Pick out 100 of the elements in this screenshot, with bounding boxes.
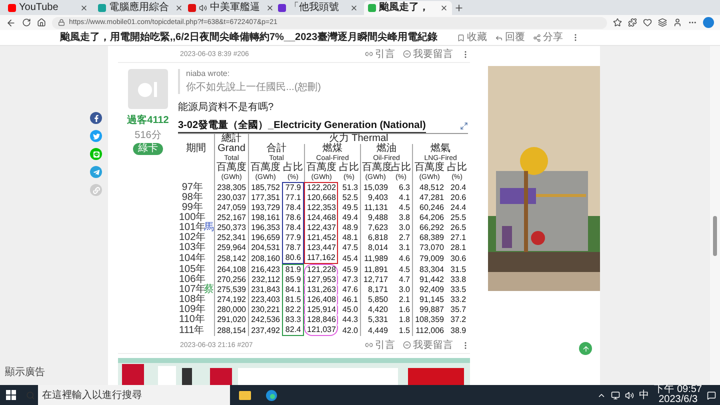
table-cell: 124,468 <box>304 213 338 223</box>
volume-icon[interactable] <box>625 390 634 400</box>
table-cell-text: 98年 <box>180 193 204 203</box>
table-cell-text: 1.6 <box>398 305 411 315</box>
collections-icon[interactable] <box>658 18 667 27</box>
table-cell-text: 25.5 <box>450 213 468 223</box>
table-cell-text: 33.2 <box>450 295 468 305</box>
table-cell-text: 4.5 <box>398 203 411 213</box>
table-cell: 185,752 <box>248 182 282 193</box>
puzzle-icon[interactable] <box>628 18 637 27</box>
notification-icon[interactable] <box>707 390 716 400</box>
new-tab-icon[interactable] <box>454 2 464 12</box>
table-cell: 78.4 <box>282 203 304 213</box>
table-cell-text: 35.7 <box>450 305 468 315</box>
quote-author: niaba wrote: <box>186 69 231 78</box>
comment-link[interactable]: 我要留言 <box>403 48 453 60</box>
back-icon[interactable] <box>6 18 16 28</box>
table-cell: 131,263 <box>304 285 338 295</box>
quote-icon <box>365 341 373 349</box>
comment-link[interactable]: 我要留言 <box>403 340 453 350</box>
column-header: 火力 Thermal <box>248 134 468 144</box>
table-cell: 78.4 <box>282 223 304 233</box>
table-cell: 123,447 <box>304 243 338 253</box>
table-cell-text: 44.3 <box>341 315 359 325</box>
close-icon[interactable] <box>266 4 274 12</box>
table-cell: 120,668 <box>304 193 338 203</box>
table-cell-text: 47.3 <box>341 275 359 285</box>
profile-icon[interactable] <box>673 18 682 27</box>
table-cell-text: 97年 <box>180 182 204 192</box>
quote-link[interactable]: 引言 <box>365 340 395 350</box>
clock[interactable]: 下午 09:57 2023/6/3 <box>654 385 702 405</box>
table-cell: 83.3 <box>282 315 304 325</box>
facebook-share-button[interactable] <box>90 112 102 124</box>
telegram-share-button[interactable] <box>90 166 102 178</box>
scroll-top-button[interactable] <box>579 342 592 355</box>
table-cell-text: 51.3 <box>341 182 359 193</box>
link-icon <box>92 186 100 194</box>
table-cell-text: 28.1 <box>450 243 468 253</box>
network-icon[interactable] <box>611 390 620 400</box>
table-cell: 230,221 <box>248 305 282 315</box>
twitter-share-button[interactable] <box>90 130 102 142</box>
table-cell: 238,305 <box>214 182 248 193</box>
column-header: 百萬度 <box>248 163 282 173</box>
table-cell-text: 52.5 <box>341 193 359 203</box>
table-cell: 79,009 <box>412 253 446 264</box>
table-cell: 91,145 <box>412 295 446 305</box>
table-cell-text: 2.1 <box>398 295 411 305</box>
bookmark-link[interactable]: 收藏 <box>457 32 487 43</box>
close-icon[interactable] <box>350 4 358 12</box>
table-cell: 102年 <box>178 233 204 243</box>
close-icon[interactable] <box>80 4 88 12</box>
expand-icon[interactable] <box>460 122 468 130</box>
browser-tab[interactable]: 電腦應用綜合 <box>94 1 182 15</box>
browser-tab[interactable]: 中美軍艦逼 <box>184 1 272 15</box>
table-cell: 7,623 <box>360 223 390 233</box>
table-cell: 274,192 <box>214 295 248 305</box>
table-cell: 275,539 <box>214 285 248 295</box>
table-cell: 288,154 <box>214 325 248 336</box>
table-cell: 231,843 <box>248 285 282 295</box>
table-cell: 81.5 <box>282 295 304 305</box>
author-name[interactable]: 過客4112 <box>127 113 169 127</box>
browser-tab[interactable]: YouTube <box>4 1 92 15</box>
search-field[interactable]: 在這裡輸入以進行搜尋 <box>38 385 230 405</box>
close-icon[interactable] <box>440 4 448 12</box>
reply-link[interactable]: 回覆 <box>495 32 525 43</box>
table-cell-text: 4.7 <box>398 275 411 285</box>
share-link[interactable]: 分享 <box>533 32 563 43</box>
column-header: 合計 <box>248 144 304 154</box>
era-tag: 馬 <box>204 222 214 233</box>
table-cell: 77.9 <box>282 233 304 243</box>
table-cell: 216,423 <box>248 264 282 275</box>
table-cell: 91,442 <box>412 275 446 285</box>
member-badge: 綠卡 <box>133 143 163 155</box>
input-method-indicator[interactable]: 中 <box>639 388 650 402</box>
table-cell: 103年 <box>178 243 204 253</box>
browser-tab[interactable]: 颱風走了， <box>364 1 452 15</box>
speaker-icon[interactable] <box>199 4 207 12</box>
table-cell: 84.1 <box>282 285 304 295</box>
table-cell: 111年 <box>178 325 204 336</box>
bing-icon[interactable] <box>703 17 714 28</box>
browser-tab[interactable]: 「他我頭號 <box>274 1 362 15</box>
table-cell-text: 4.1 <box>398 193 411 203</box>
refresh-icon[interactable] <box>22 18 31 27</box>
scrollbar-thumb[interactable] <box>713 216 717 256</box>
star-icon[interactable] <box>613 18 622 27</box>
table-cell-text: 6.3 <box>398 182 411 193</box>
comment-icon <box>403 341 411 349</box>
home-icon[interactable] <box>37 18 46 27</box>
quote-link[interactable]: 引言 <box>365 48 395 60</box>
table-cell: 258,142 <box>214 253 248 264</box>
column-header: 百萬度 <box>214 163 248 173</box>
table-cell-text: 49.4 <box>341 213 359 223</box>
table-cell: 92,409 <box>412 285 446 295</box>
column-header: 燃煤 <box>304 144 360 154</box>
table-cell: 125,914 <box>304 305 338 315</box>
close-icon[interactable] <box>175 4 183 12</box>
table-cell: 270,256 <box>214 275 248 285</box>
heart-icon[interactable] <box>643 18 652 27</box>
column-header: 百萬度 <box>304 163 338 173</box>
author-score: 516分 <box>134 129 162 142</box>
